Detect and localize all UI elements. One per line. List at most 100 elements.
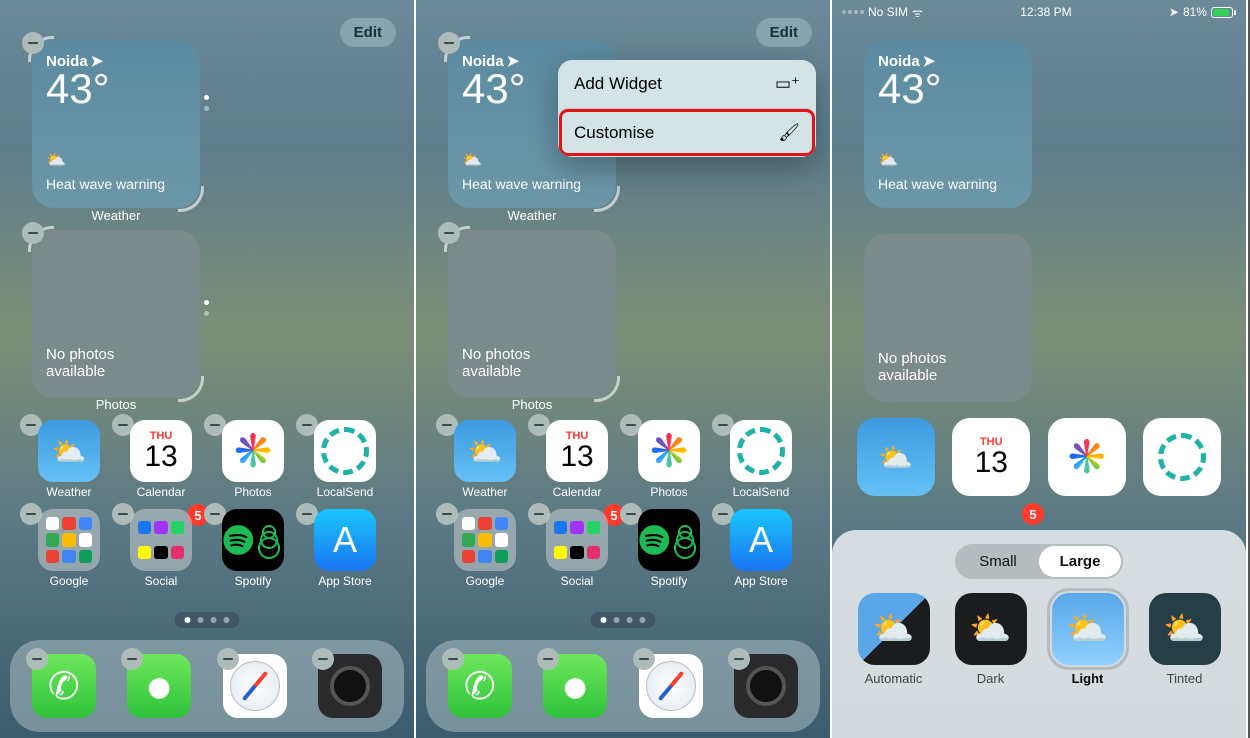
folder-google[interactable]: Google — [26, 509, 112, 588]
dock-phone[interactable] — [448, 654, 512, 718]
add-widget-icon: ▭⁺ — [775, 74, 800, 94]
size-large-segment[interactable]: Large — [1039, 546, 1121, 577]
page-indicator[interactable] — [591, 612, 656, 628]
app-appstore[interactable]: App Store — [302, 509, 388, 588]
size-small-segment[interactable]: Small — [957, 546, 1039, 577]
app-label: Photos — [234, 485, 271, 499]
remove-app-badge[interactable] — [728, 648, 750, 670]
calendar-icon: THU13 — [546, 420, 608, 482]
remove-widget-badge[interactable] — [22, 32, 44, 54]
location-services-icon: ➤ — [1169, 5, 1179, 19]
screenshot-panel-1: Edit Noida➤ 43° ⛅ Heat wave warning Weat… — [0, 0, 416, 738]
app-calendar[interactable]: THU13 Calendar — [534, 420, 620, 499]
app-label: Weather — [46, 485, 91, 499]
remove-app-badge[interactable] — [217, 648, 239, 670]
photos-widget[interactable]: No photos available — [448, 230, 616, 398]
menu-label: Customise — [574, 123, 654, 143]
page-indicator[interactable] — [175, 612, 240, 628]
app-label: Calendar — [553, 485, 602, 499]
appstore-icon — [314, 509, 376, 571]
dock-safari[interactable] — [639, 654, 703, 718]
folder-social[interactable]: 5Social — [534, 509, 620, 588]
app-calendar[interactable]: THU13 — [950, 418, 1034, 496]
widget-stack-indicator — [204, 95, 209, 111]
app-localsend[interactable]: LocalSend — [718, 420, 804, 499]
app-photos[interactable]: Photos — [210, 420, 296, 499]
home-screen-apps: Weather THU13Calendar Photos LocalSend G… — [26, 420, 388, 588]
folder-google[interactable]: Google — [442, 509, 528, 588]
screenshot-panel-2: Edit Noida➤ 43° ⛅ Heat wave warning Weat… — [416, 0, 832, 738]
theme-light[interactable]: Light — [1044, 593, 1131, 686]
app-label: Photos — [650, 485, 687, 499]
weather-widget-label: Weather — [448, 208, 616, 223]
theme-automatic[interactable]: Automatic — [850, 593, 937, 686]
dock-messages[interactable] — [543, 654, 607, 718]
photos-widget[interactable]: No photos available — [32, 230, 200, 398]
theme-preview-icon — [955, 593, 1027, 665]
menu-add-widget[interactable]: Add Widget ▭⁺ — [558, 60, 816, 108]
app-weather[interactable]: Weather — [26, 420, 112, 499]
remove-app-badge[interactable] — [633, 648, 655, 670]
folder-icon — [130, 509, 192, 571]
widget-stack-indicator — [204, 300, 209, 316]
remove-app-badge[interactable] — [26, 648, 48, 670]
dock-safari[interactable] — [223, 654, 287, 718]
dock-phone[interactable] — [32, 654, 96, 718]
theme-preview-icon — [858, 593, 930, 665]
remove-widget-badge[interactable] — [438, 222, 460, 244]
screenshot-panel-3: No SIM ᯤ 12:38 PM ➤ 81% Noida➤ 43° ⛅ Hea… — [832, 0, 1248, 738]
app-appstore[interactable]: App Store — [718, 509, 804, 588]
signal-dots-icon — [842, 10, 864, 14]
edit-button[interactable]: Edit — [340, 18, 396, 47]
customise-sheet: Small Large Automatic Dark Light Tinted — [832, 530, 1246, 738]
weather-temp: 43° — [864, 68, 1032, 110]
appstore-icon — [730, 509, 792, 571]
app-spotify[interactable]: Spotify — [626, 509, 712, 588]
remove-app-badge[interactable] — [442, 648, 464, 670]
weather-widget-label: Weather — [32, 208, 200, 223]
photos-icon — [222, 420, 284, 482]
paintbrush-icon: 🖌 — [778, 123, 800, 143]
status-bar: No SIM ᯤ 12:38 PM ➤ 81% — [832, 0, 1246, 24]
app-localsend[interactable]: LocalSend — [302, 420, 388, 499]
weather-widget[interactable]: Noida➤ 43° ⛅ Heat wave warning — [32, 40, 200, 208]
weather-widget[interactable]: Noida➤ 43° ⛅ Heat wave warning — [864, 40, 1032, 208]
photos-icon — [638, 420, 700, 482]
app-weather[interactable] — [854, 418, 938, 496]
app-label: App Store — [318, 574, 371, 588]
theme-dark[interactable]: Dark — [947, 593, 1034, 686]
menu-customise[interactable]: Customise 🖌 — [558, 108, 816, 157]
weather-condition-icon: ⛅ — [46, 150, 66, 170]
app-spotify[interactable]: Spotify — [210, 509, 296, 588]
app-localsend[interactable] — [1141, 418, 1225, 496]
theme-label: Light — [1072, 671, 1104, 686]
app-label: Calendar — [137, 485, 186, 499]
theme-tinted[interactable]: Tinted — [1141, 593, 1228, 686]
app-label: Spotify — [235, 574, 272, 588]
status-time: 12:38 PM — [1020, 5, 1071, 19]
battery-percent: 81% — [1183, 5, 1207, 19]
app-calendar[interactable]: THU13Calendar — [118, 420, 204, 499]
dock-camera[interactable] — [734, 654, 798, 718]
localsend-icon — [314, 420, 376, 482]
edit-button[interactable]: Edit — [756, 18, 812, 47]
remove-widget-badge[interactable] — [22, 222, 44, 244]
app-photos[interactable] — [1045, 418, 1129, 496]
dock-camera[interactable] — [318, 654, 382, 718]
photos-widget[interactable]: No photos available — [864, 234, 1032, 402]
remove-app-badge[interactable] — [537, 648, 559, 670]
folder-social[interactable]: 5Social — [118, 509, 204, 588]
spotify-icon — [222, 509, 284, 571]
folder-icon — [546, 509, 608, 571]
remove-app-badge[interactable] — [121, 648, 143, 670]
dock-messages[interactable] — [127, 654, 191, 718]
folder-icon — [454, 509, 516, 571]
app-weather[interactable]: Weather — [442, 420, 528, 499]
app-label: Social — [561, 574, 594, 588]
photos-widget-label: Photos — [448, 397, 616, 412]
home-screen-apps: Weather THU13 Calendar Photos LocalSend G… — [442, 420, 804, 588]
app-photos[interactable]: Photos — [626, 420, 712, 499]
remove-widget-badge[interactable] — [438, 32, 460, 54]
icon-size-toggle[interactable]: Small Large — [955, 544, 1123, 579]
remove-app-badge[interactable] — [312, 648, 334, 670]
